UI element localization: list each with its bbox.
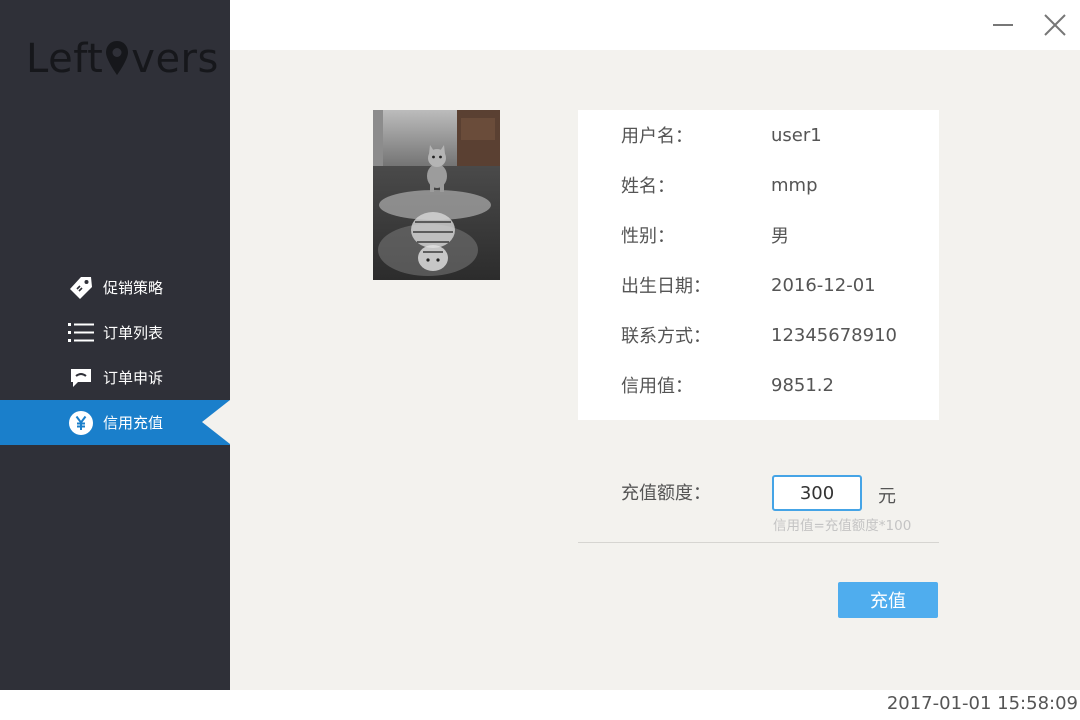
sidebar-item-credit-recharge[interactable]: 信用充值 xyxy=(0,400,230,445)
field-label: 联系方式： xyxy=(621,326,711,347)
sidebar-item-label: 信用充值 xyxy=(103,414,164,432)
chat-bubble-icon xyxy=(68,365,94,391)
app-window: Left vers 促销策略 订单列表 订单申诉 信用充值 用户名： user1… xyxy=(0,0,1080,720)
logo-text-prefix: Left xyxy=(26,36,104,82)
recharge-button[interactable]: 充值 xyxy=(838,582,938,618)
credit-formula-hint: 信用值=充值额度*100 xyxy=(773,518,912,534)
field-value: 9851.2 xyxy=(771,374,834,396)
main-content: 用户名： user1 姓名： mmp 性别： 男 出生日期： 2016-12-0… xyxy=(230,50,1080,690)
recharge-amount-label: 充值额度： xyxy=(621,483,711,504)
field-label: 姓名： xyxy=(621,176,675,197)
user-info-card: 用户名： user1 姓名： mmp 性别： 男 出生日期： 2016-12-0… xyxy=(578,110,939,420)
minimize-icon xyxy=(993,24,1013,26)
map-pin-icon xyxy=(106,41,129,75)
minimize-button[interactable] xyxy=(988,10,1018,40)
field-label: 信用值： xyxy=(621,376,693,397)
field-value: 2016-12-01 xyxy=(771,274,876,296)
info-row-contact: 联系方式： 12345678910 xyxy=(621,320,897,350)
price-tag-icon xyxy=(68,275,94,301)
yen-coin-icon xyxy=(68,410,94,436)
sidebar-item-label: 促销策略 xyxy=(103,279,164,297)
info-row-birthdate: 出生日期： 2016-12-01 xyxy=(621,270,876,300)
sidebar-item-order-list[interactable]: 订单列表 xyxy=(0,310,230,355)
close-button[interactable] xyxy=(1040,10,1070,40)
field-value: user1 xyxy=(771,124,822,146)
logo-text-suffix: vers xyxy=(131,36,219,82)
sidebar-item-order-appeal[interactable]: 订单申诉 xyxy=(0,355,230,400)
close-icon xyxy=(1044,14,1066,36)
field-label: 性别： xyxy=(621,226,675,247)
timestamp: 2017-01-01 15:58:09 xyxy=(886,693,1078,714)
field-value: 男 xyxy=(771,226,789,247)
status-bar: 2017-01-01 15:58:09 xyxy=(0,690,1080,720)
field-label: 用户名： xyxy=(621,126,693,147)
avatar-image xyxy=(373,110,500,280)
sidebar-item-label: 订单申诉 xyxy=(103,369,164,387)
divider xyxy=(578,542,939,543)
app-logo: Left vers xyxy=(26,36,219,82)
sidebar-item-label: 订单列表 xyxy=(103,324,164,342)
recharge-amount-input[interactable] xyxy=(772,475,862,511)
currency-unit-label: 元 xyxy=(878,486,896,507)
title-bar xyxy=(230,0,1080,50)
field-value: 12345678910 xyxy=(771,324,897,346)
info-row-name: 姓名： mmp xyxy=(621,170,818,200)
field-label: 出生日期： xyxy=(621,276,711,297)
sidebar: Left vers 促销策略 订单列表 订单申诉 信用充值 xyxy=(0,0,230,690)
info-row-gender: 性别： 男 xyxy=(621,220,789,250)
info-row-credit: 信用值： 9851.2 xyxy=(621,370,834,400)
list-icon xyxy=(68,320,94,346)
sidebar-nav: 促销策略 订单列表 订单申诉 信用充值 xyxy=(0,265,230,445)
field-value: mmp xyxy=(771,174,818,196)
info-row-username: 用户名： user1 xyxy=(621,120,822,150)
sidebar-item-promotion[interactable]: 促销策略 xyxy=(0,265,230,310)
